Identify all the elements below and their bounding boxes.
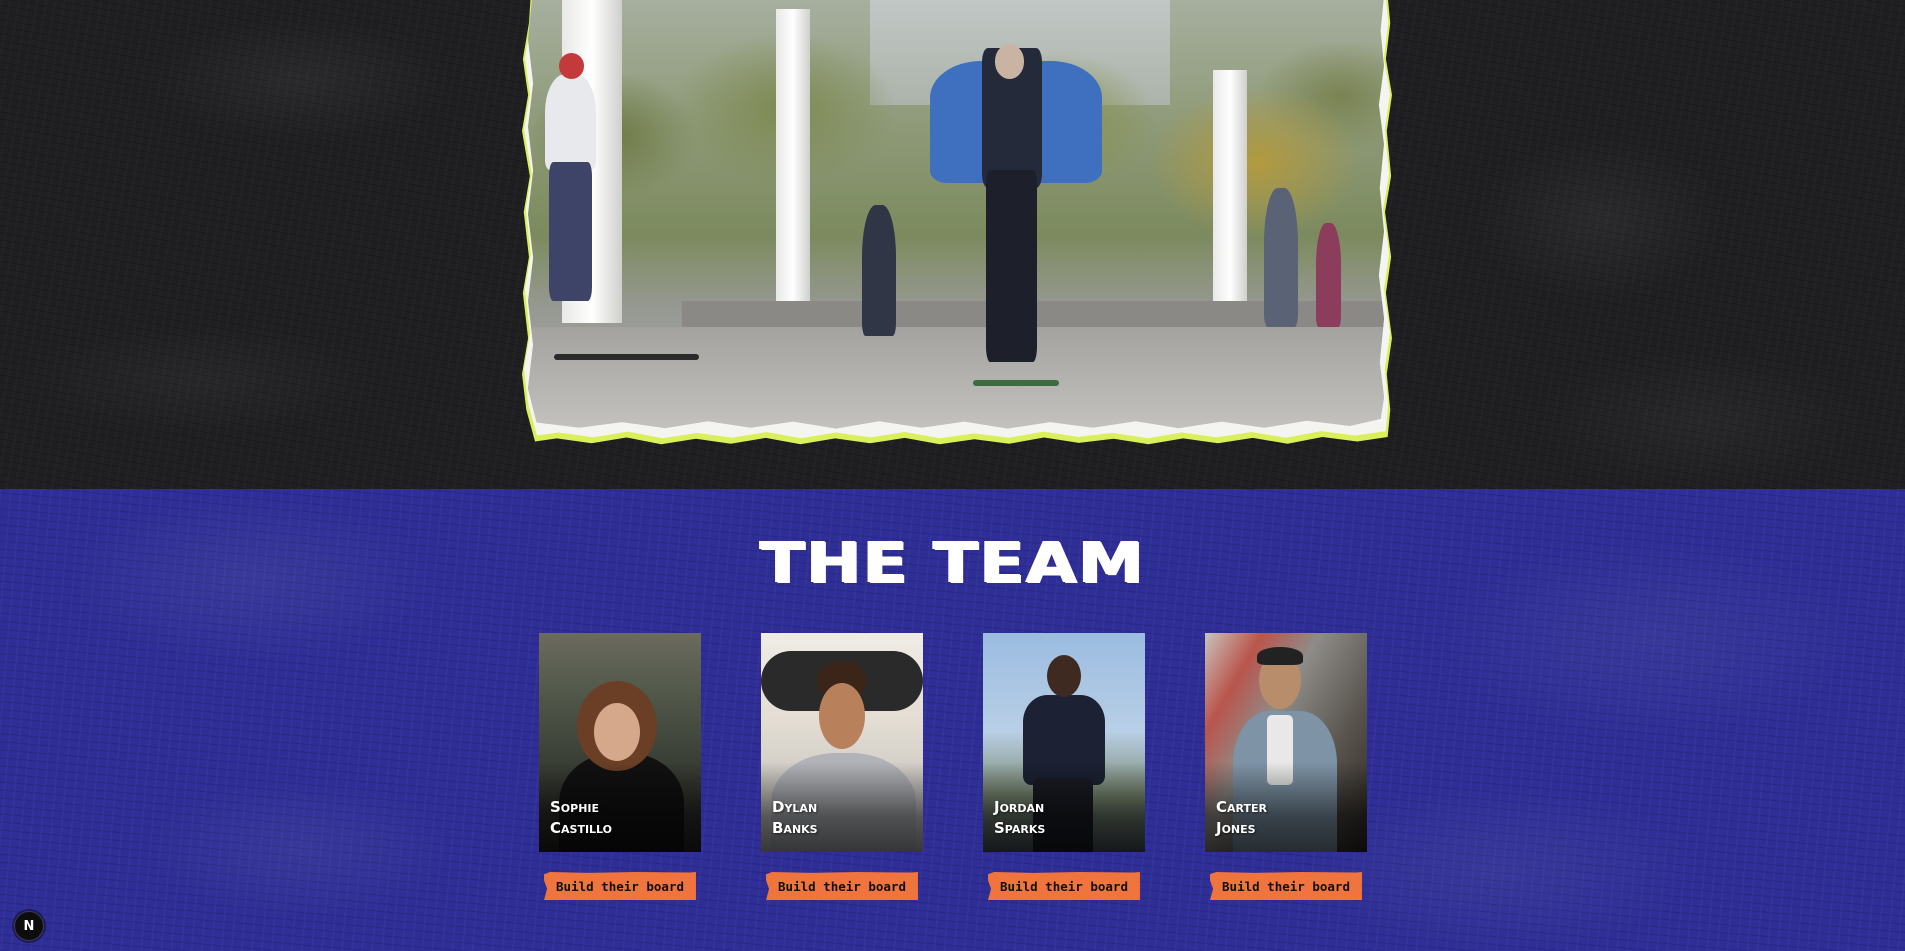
hero-photo (528, 0, 1384, 429)
nextjs-icon[interactable]: N (14, 911, 44, 941)
build-board-button-wrap: Build their board (761, 872, 923, 900)
team-title: THE TEAM (759, 531, 1146, 596)
hero-photo-frame (522, 0, 1392, 445)
photo-subject (819, 683, 865, 749)
first-name: Carter (1216, 798, 1267, 816)
first-name: Jordan (994, 798, 1045, 816)
team-member-name: Dylan Banks (772, 797, 818, 839)
photo-person (861, 205, 897, 337)
team-member-photo: Jordan Sparks (983, 633, 1145, 852)
last-name: Sparks (994, 819, 1046, 837)
photo-person (558, 52, 585, 79)
photo-ground (528, 327, 1384, 429)
team-card: Sophie Castillo Build their board (539, 633, 701, 900)
photo-person (994, 43, 1025, 79)
photo-person (1264, 187, 1299, 328)
first-name: Sophie (550, 798, 600, 816)
dev-badge-label: N (23, 918, 35, 934)
build-board-button[interactable]: Build their board (766, 872, 918, 900)
team-member-photo: Sophie Castillo (539, 633, 701, 852)
team-member-photo: Dylan Banks (761, 633, 923, 852)
team-section: THE TEAM Sophie Castillo Build their boa… (0, 489, 1905, 951)
photo-person (549, 161, 593, 302)
photo-skateboard (973, 379, 1059, 386)
photo-subject (594, 703, 640, 761)
build-board-button-wrap: Build their board (1205, 872, 1367, 900)
team-member-photo: Carter Jones (1205, 633, 1367, 852)
first-name: Dylan (772, 798, 818, 816)
team-member-name: Carter Jones (1216, 797, 1267, 839)
page: THE TEAM Sophie Castillo Build their boa… (0, 0, 1905, 951)
build-board-button-wrap: Build their board (539, 872, 701, 900)
photo-person (1315, 222, 1342, 328)
team-member-name: Jordan Sparks (994, 797, 1045, 839)
team-card: Carter Jones Build their board (1205, 633, 1367, 900)
photo-person (545, 74, 597, 171)
last-name: Castillo (550, 819, 613, 837)
photo-skateboard (553, 353, 700, 360)
photo-subject (1047, 655, 1081, 697)
build-board-button-wrap: Build their board (983, 872, 1145, 900)
photo-subject (1257, 647, 1303, 665)
last-name: Jones (1216, 819, 1256, 837)
team-card: Dylan Banks Build their board (761, 633, 923, 900)
photo-pillar (1212, 70, 1248, 332)
build-board-button[interactable]: Build their board (1210, 872, 1362, 900)
build-board-button[interactable]: Build their board (988, 872, 1140, 900)
last-name: Banks (772, 819, 818, 837)
team-card: Jordan Sparks Build their board (983, 633, 1145, 900)
photo-person (985, 170, 1038, 363)
team-member-name: Sophie Castillo (550, 797, 612, 839)
photo-pillar (776, 9, 811, 315)
hero-section (0, 0, 1905, 489)
build-board-button[interactable]: Build their board (544, 872, 696, 900)
